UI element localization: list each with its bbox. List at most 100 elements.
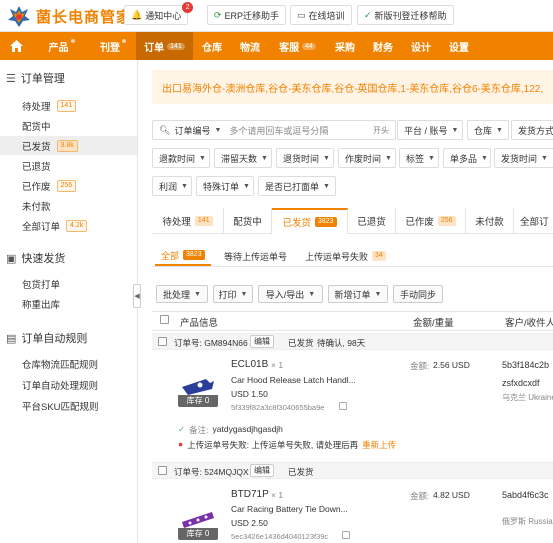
chevron-left-icon: ◀ [134, 293, 140, 300]
order-status: 已发货 [288, 467, 314, 477]
nav-warehouse[interactable]: 仓库 [193, 32, 231, 60]
product-price: USD 1.50 [231, 389, 268, 399]
tab-pending[interactable]: 待处理 141 [152, 208, 224, 234]
nav-listing[interactable]: 刊登 [84, 32, 136, 60]
sidebar-item-unpaid[interactable]: 未付款 [0, 196, 137, 215]
tab-returned[interactable]: 已退货 [348, 208, 396, 234]
edit-order-button[interactable]: 编辑 [250, 335, 274, 348]
sidebar-item-all-orders[interactable]: 全部订单 4.2k [0, 216, 137, 235]
auto-rules-section[interactable]: ▤ 订单自动规则 [6, 330, 87, 346]
sidebar-item-auto-process-rule[interactable]: 订单自动处理规则 [0, 375, 137, 394]
nav-customer-service[interactable]: 客服 44 [269, 32, 326, 60]
filter-warehouse[interactable]: 仓库 ▼ [467, 120, 509, 140]
sidebar-item-warehouse-rule[interactable]: 仓库物流匹配规则 [0, 354, 137, 373]
section-title: 订单管理 [20, 73, 65, 85]
filter-return-time[interactable]: 退货时间 ▼ [276, 148, 334, 168]
filter-ship-method[interactable]: 发货方式 [511, 120, 553, 140]
copy-icon[interactable] [342, 531, 350, 539]
sidebar-item-pending[interactable]: 待处理 141 [0, 96, 137, 115]
sidebar-item-weigh-out[interactable]: 称重出库 [0, 294, 137, 313]
copy-icon[interactable] [339, 402, 347, 410]
nav-finance[interactable]: 财务 [364, 32, 402, 60]
product-hash: 5ec3426e1436d4040123f39c [231, 532, 329, 541]
nav-logistics[interactable]: 物流 [231, 32, 269, 60]
filter-single-multi[interactable]: 单多品 ▼ [443, 148, 491, 168]
product-thumbnail: 库存 0 [178, 504, 218, 540]
order-note: ✓ 备注: yatdygasdjhgasdjh [178, 424, 283, 435]
notification-center-button[interactable]: 🔔 通知中心 2 [124, 2, 194, 25]
filter-platform-account[interactable]: 平台 / 账号 ▼ [397, 120, 463, 140]
filter-tags[interactable]: 标签 ▼ [399, 148, 439, 168]
nav-product[interactable]: 产品 [33, 32, 84, 60]
order-amount: 4.82 USD [433, 490, 470, 500]
search-mode-select[interactable]: 开头 [373, 125, 389, 136]
upload-error: ● 上传运单号失败: 上传运单号失败, 请处理后再 重新上传 [178, 439, 397, 451]
subtab-upload-failed[interactable]: 上传运单号失败 34 [299, 246, 392, 266]
search-field-select[interactable]: 订单编号 [174, 124, 210, 137]
amount-label: 金额: [410, 491, 430, 501]
online-training-button[interactable]: ▭ 在线培训 [290, 5, 352, 25]
nav-purchase[interactable]: 采购 [326, 32, 364, 60]
product-qty: × 1 [271, 360, 284, 370]
import-export-button[interactable]: 导入/导出 ▼ [258, 285, 323, 303]
filter-stay-days[interactable]: 滞留天数 ▼ [214, 148, 272, 168]
customer-country: 乌克兰 Ukraine [502, 393, 553, 402]
search-box[interactable]: 🔍︎ 订单编号 ▼ 多个请用回车或逗号分隔 开头 [152, 120, 396, 140]
manual-sync-button[interactable]: 手动同步 [393, 285, 443, 303]
batch-process-button[interactable]: 批处理 ▼ [156, 285, 208, 303]
home-icon[interactable] [0, 32, 33, 60]
sidebar-item-returned[interactable]: 已退货 [0, 156, 137, 175]
retry-upload-link[interactable]: 重新上传 [362, 439, 396, 451]
tab-unpaid[interactable]: 未付款 [466, 208, 514, 234]
sidebar-item-sku-rule[interactable]: 平台SKU匹配规则 [0, 396, 137, 415]
migration-help-button[interactable]: ✓ 新版刊登迁移帮助 [357, 5, 454, 25]
search-input[interactable]: 多个请用回车或逗号分隔 [229, 124, 328, 137]
product-sku: BTD71P [231, 489, 269, 500]
add-order-button[interactable]: 新增订单 ▼ [328, 285, 388, 303]
amount-label: 金额: [410, 361, 430, 371]
filter-label-printed[interactable]: 是否已打面单 ▼ [258, 176, 336, 196]
order-mgmt-section[interactable]: ☰ 订单管理 [6, 70, 65, 86]
header-customer: 客户/收件人 [505, 318, 553, 329]
chevron-down-icon: ▼ [214, 126, 222, 134]
erp-migration-button[interactable]: ⟳ ERP迁移助手 [207, 5, 287, 25]
order-number: 订单号: GM894N66 [174, 338, 248, 348]
order-checkbox[interactable] [158, 337, 167, 346]
sidebar-item-shipped[interactable]: 已发货 3.8k [0, 136, 137, 155]
sidebar: ☰ 订单管理 待处理 141 配货中 已发货 3.8k 已退货 已作废 256 未付款… [0, 60, 138, 543]
nav-orders[interactable]: 订单 141 [136, 32, 193, 60]
print-button[interactable]: 打印 ▼ [213, 285, 253, 303]
filter-profit[interactable]: 利润 ▼ [152, 176, 192, 196]
filter-ship-time[interactable]: 发货时间 ▼ [494, 148, 553, 168]
sidebar-item-voided[interactable]: 已作废 256 [0, 176, 137, 195]
nav-settings[interactable]: 设置 [440, 32, 478, 60]
tab-shipped[interactable]: 已发货 3823 [272, 208, 348, 234]
sidebar-collapse-button[interactable]: ◀ [133, 284, 141, 308]
quick-ship-section[interactable]: ▣ 快速发货 [6, 250, 65, 266]
warehouse-notice: 出口易海外仓-澳洲仓库,谷仓-美东仓库,谷仓-英国仓库,1-美东仓库,谷仓6-美… [152, 70, 553, 104]
subtab-all[interactable]: 全部 3823 [155, 246, 211, 266]
order-amount: 2.56 USD [433, 360, 470, 370]
nav-design[interactable]: 设计 [402, 32, 440, 60]
filter-void-time[interactable]: 作废时间 ▼ [338, 148, 396, 168]
subtab-await-upload[interactable]: 等待上传运单号 [218, 246, 293, 266]
filter-special-order[interactable]: 特殊订单 ▼ [196, 176, 254, 196]
sidebar-item-allocating[interactable]: 配货中 [0, 116, 137, 135]
monitor-icon: ▭ [297, 9, 306, 20]
sidebar-item-pack-print[interactable]: 包货打单 [0, 274, 137, 293]
tab-voided[interactable]: 已作废 256 [396, 208, 466, 234]
tab-allocating[interactable]: 配货中 [224, 208, 272, 234]
select-all-checkbox[interactable] [160, 315, 169, 324]
order-checkbox[interactable] [158, 466, 167, 475]
product-hash: 5f339f82a3c8f3040655ba9e [231, 403, 325, 412]
edit-order-button[interactable]: 编辑 [250, 464, 274, 477]
logo-icon [6, 3, 32, 29]
stock-badge: 库存 0 [178, 528, 218, 540]
product-title: Car Racing Battery Tie Down... [231, 504, 348, 514]
section-title: 快速发货 [21, 253, 66, 265]
document-icon: ▤ [6, 332, 17, 345]
product-title: Car Hood Release Latch Handl... [231, 375, 356, 385]
product-qty: × 1 [271, 490, 284, 500]
filter-refund-time[interactable]: 退款时间 ▼ [152, 148, 210, 168]
tab-all-orders[interactable]: 全部订 [514, 208, 553, 234]
